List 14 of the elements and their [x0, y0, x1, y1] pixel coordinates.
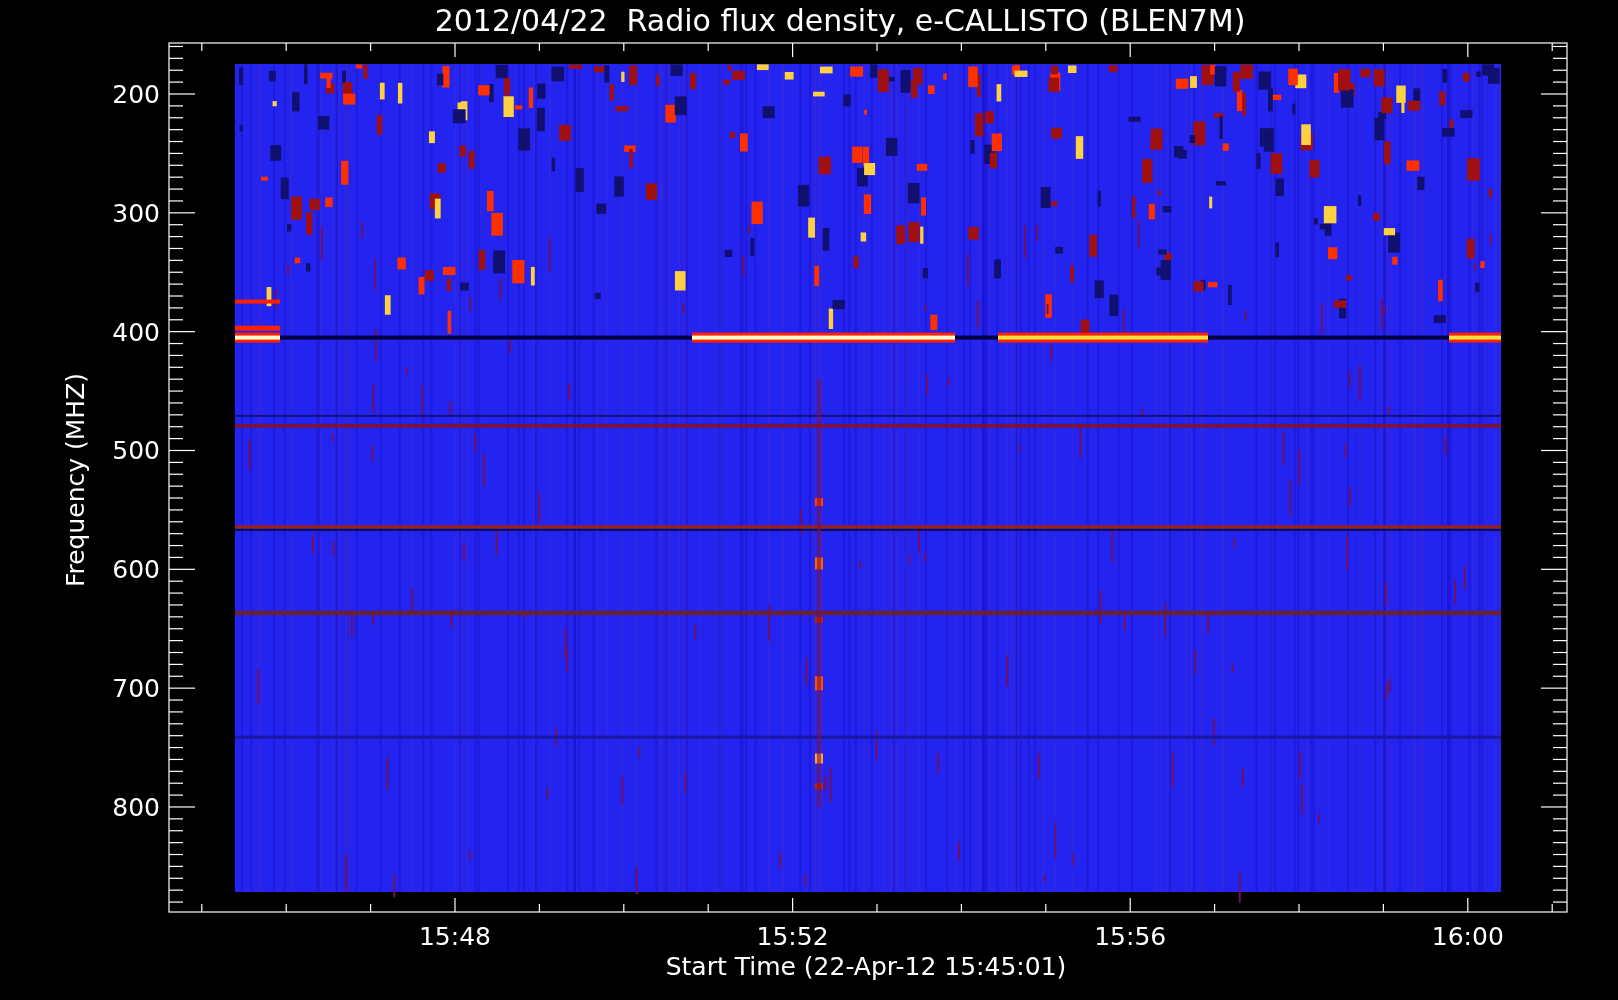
tick-label: 500: [112, 436, 160, 466]
y-axis-label: Frequency (MHZ): [61, 372, 90, 588]
tick-label: 15:48: [419, 922, 491, 951]
x-axis-label: Start Time (22-Apr-12 15:45:01): [665, 952, 1067, 981]
tick-label: 800: [112, 793, 160, 822]
tick-label: 200: [112, 80, 160, 109]
tick-label: 400: [112, 317, 160, 347]
tick-label: 600: [112, 555, 160, 585]
tick-label: 15:56: [1094, 922, 1167, 951]
tick-label: 15:52: [756, 922, 829, 951]
tick-label: 300: [112, 198, 160, 228]
tick-label: 16:00: [1431, 922, 1504, 951]
tick-label: 700: [112, 674, 160, 704]
chart-title: 2012/04/22 Radio flux density, e-CALLISTO (BLEN7M): [434, 3, 1246, 38]
